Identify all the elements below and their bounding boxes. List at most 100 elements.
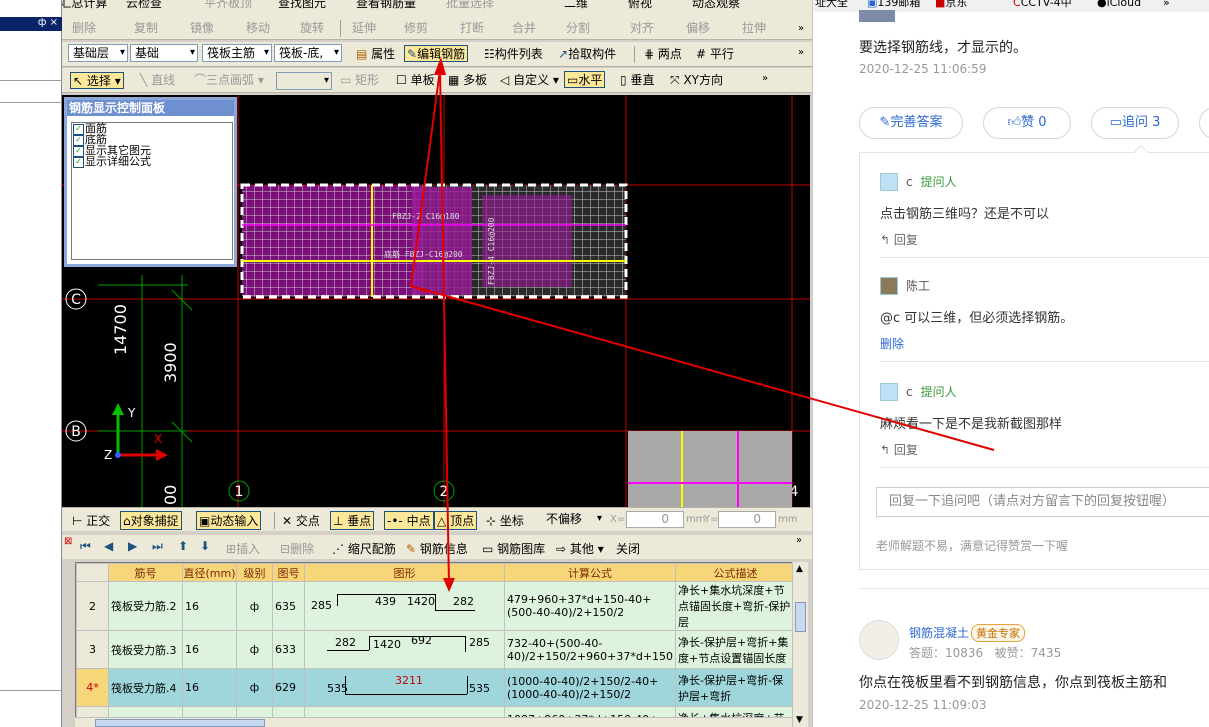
- custom-button[interactable]: ◁ 自定义 ▾: [498, 72, 561, 89]
- option-show-formula[interactable]: 显示详细公式: [72, 156, 232, 168]
- table-row[interactable]: 3 筏板受力筋.3 16 ф 633 282 1420 692 285 732-…: [76, 630, 797, 669]
- next-record-icon[interactable]: ▶: [128, 539, 137, 553]
- menu-view-rebar[interactable]: 查看钢筋量: [356, 0, 416, 9]
- bar-shape[interactable]: 285 439 1420 282: [304, 581, 505, 631]
- grid-vertical-scrollbar[interactable]: ▲ ▼: [792, 562, 808, 727]
- endpoint-snap[interactable]: △ 顶点: [434, 511, 478, 530]
- mirror-tool[interactable]: 镜像: [188, 20, 216, 37]
- bar-description[interactable]: 净长-保护层+弯折+集度+节点设置锚固长度: [675, 630, 797, 669]
- delete-tool[interactable]: 删除: [70, 20, 98, 37]
- bookmark-icloud[interactable]: ●iCloud: [1097, 0, 1141, 8]
- rect-tool[interactable]: ▭ 矩形: [338, 72, 381, 89]
- answerer-name[interactable]: 钢筋混凝土 黄金专家: [909, 624, 1026, 642]
- two-points-button[interactable]: ⋕ 两点: [642, 46, 684, 63]
- bookmark-jd[interactable]: ■京东: [935, 0, 967, 8]
- bar-grade[interactable]: ф: [236, 668, 273, 707]
- x-input[interactable]: 0: [626, 511, 684, 528]
- more-button[interactable]: [1199, 107, 1209, 139]
- bar-figure-no[interactable]: 635: [272, 581, 305, 631]
- prev-record-icon[interactable]: ◀: [104, 539, 113, 553]
- component-list-button[interactable]: ☷构件列表: [482, 46, 545, 63]
- delete-button[interactable]: ⊟删除: [280, 540, 314, 557]
- other-menu[interactable]: ⇨ 其他 ▾: [556, 540, 604, 557]
- menu-cloud-check[interactable]: 云检查: [126, 0, 162, 9]
- answerer-avatar[interactable]: [859, 620, 899, 660]
- table-row-selected[interactable]: 4* 筏板受力筋.4 16 ф 629 535 3211 535 (1000-4…: [76, 668, 797, 707]
- horizontal-button[interactable]: ▭水平: [564, 71, 606, 88]
- bar-description[interactable]: 净长+集水坑深度+节点锚固长度+弯折-保护层: [675, 581, 797, 631]
- insert-button[interactable]: ⊞插入: [226, 540, 260, 557]
- reply-input[interactable]: 回复一下追问吧（请点对方留言下的回复按钮喔）: [876, 487, 1209, 517]
- toolbar-overflow-icon[interactable]: »: [760, 70, 770, 87]
- bar-diameter[interactable]: 16: [182, 630, 237, 669]
- edit-rebar-button[interactable]: ✎编辑钢筋: [404, 45, 469, 62]
- select-button[interactable]: ↖ 选择 ▾: [70, 72, 124, 89]
- bar-name[interactable]: 筏板受力筋.2: [108, 581, 183, 631]
- bar-shape[interactable]: 282 1420 692 285: [304, 630, 505, 669]
- single-board-button[interactable]: ☐ 单板: [394, 72, 437, 89]
- stretch-tool[interactable]: 拉伸: [740, 20, 768, 37]
- bookmark-139mail[interactable]: ▣139邮箱: [867, 0, 920, 8]
- midpoint-snap[interactable]: -•- 中点: [384, 511, 434, 530]
- menu-batch-select[interactable]: 批量选择: [446, 0, 494, 9]
- menu-dynamic-view[interactable]: 动态观察: [692, 0, 740, 9]
- bar-diameter[interactable]: 16: [182, 668, 237, 707]
- reply-link[interactable]: ↰ 回复: [880, 441, 918, 458]
- table-row[interactable]: 2 筏板受力筋.2 16 ф 635 285 439 1420 282 479+…: [76, 581, 797, 631]
- osnap-button[interactable]: ⌂对象捕捉: [120, 511, 182, 530]
- offset-tool[interactable]: 偏移: [684, 20, 712, 37]
- like-button[interactable]: 👍︎赞 0: [983, 107, 1071, 139]
- layer-select[interactable]: 基础层: [68, 44, 128, 62]
- line-tool[interactable]: ╲ 直线: [138, 72, 177, 89]
- followup-button[interactable]: ▭追问 3: [1091, 107, 1179, 139]
- rotate-tool[interactable]: 旋转: [298, 20, 326, 37]
- extend-tool[interactable]: 延伸: [350, 20, 378, 37]
- trim-tool[interactable]: 修剪: [402, 20, 430, 37]
- bookmarks-overflow-icon[interactable]: »: [1163, 0, 1170, 8]
- menu-find-element[interactable]: 查找图元: [278, 0, 326, 9]
- close-button[interactable]: 关闭: [616, 540, 640, 557]
- intersection-snap[interactable]: ✕ 交点: [282, 512, 320, 529]
- bookmark-cctv4[interactable]: CCCTV-4中: [1013, 0, 1072, 8]
- toolbar-overflow-icon[interactable]: »: [796, 535, 802, 546]
- last-record-icon[interactable]: ⏭: [152, 539, 163, 554]
- arc-tool[interactable]: ⌒三点画弧 ▾: [192, 72, 266, 89]
- parallel-button[interactable]: # 平行: [694, 46, 736, 63]
- reply-link[interactable]: ↰ 回复: [880, 231, 918, 248]
- perpendicular-snap[interactable]: ⊥ 垂点: [330, 511, 375, 530]
- bar-formula[interactable]: 732-40+(500-40-40)/2+150/2+960+37*d+150: [503, 630, 677, 669]
- vertical-button[interactable]: ▯ 垂直: [618, 72, 656, 89]
- improve-answer-button[interactable]: ✎完善答案: [859, 107, 963, 139]
- bar-figure-no[interactable]: 629: [272, 668, 305, 707]
- bar-figure-no[interactable]: 633: [272, 630, 305, 669]
- bar-formula[interactable]: (1000-40-40)/2+150/2-40+(1000-40-40)/2+1…: [503, 668, 677, 707]
- scale-rebar-button[interactable]: ⋰ 缩尺配筋: [332, 540, 396, 557]
- delete-link[interactable]: 删除: [880, 335, 904, 352]
- first-record-icon[interactable]: ⏮: [80, 539, 91, 554]
- ortho-button[interactable]: ⊢ 正交: [72, 512, 110, 529]
- bar-name[interactable]: 筏板受力筋.3: [108, 630, 183, 669]
- bar-diameter[interactable]: 16: [182, 581, 237, 631]
- bar-description[interactable]: 净长-保护层+弯折-保护层+弯折: [675, 668, 797, 707]
- move-tool[interactable]: 移动: [244, 20, 272, 37]
- xy-direction-button[interactable]: ⤧ XY方向: [668, 72, 725, 89]
- split-tool[interactable]: 分割: [564, 20, 592, 37]
- align-tool[interactable]: 对齐: [628, 20, 656, 37]
- bookmark-url-directory[interactable]: 址大全: [815, 0, 848, 8]
- type-select[interactable]: 基础: [130, 44, 198, 62]
- move-down-icon[interactable]: ⬇: [200, 539, 210, 553]
- grid-close-icon[interactable]: ⊠: [64, 536, 72, 547]
- toolbar-overflow-icon[interactable]: »: [796, 44, 806, 61]
- menu-2d[interactable]: 二维: [564, 0, 588, 9]
- move-up-icon[interactable]: ⬆: [178, 539, 188, 553]
- toolbar-overflow-icon[interactable]: »: [796, 20, 806, 37]
- multi-board-button[interactable]: ▦ 多板: [446, 72, 489, 89]
- dynamic-input-button[interactable]: ▣动态输入: [196, 511, 262, 530]
- arc-option-select[interactable]: [276, 72, 332, 90]
- coordinate-snap[interactable]: ⊹ 坐标: [486, 512, 524, 529]
- grid-horizontal-scrollbar[interactable]: [75, 717, 792, 727]
- pick-component-button[interactable]: ↗拾取构件: [556, 46, 618, 63]
- y-input[interactable]: 0: [718, 511, 776, 528]
- bar-grade[interactable]: ф: [236, 630, 273, 669]
- bar-shape[interactable]: 535 3211 535: [304, 668, 505, 707]
